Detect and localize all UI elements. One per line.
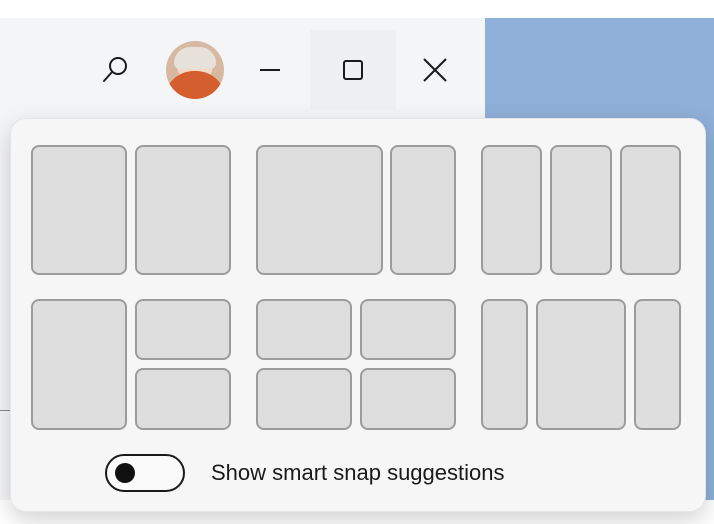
snap-zone[interactable]	[256, 299, 352, 360]
snap-zone[interactable]	[550, 145, 612, 275]
snap-layouts-flyout: Show smart snap suggestions	[10, 118, 706, 512]
snap-zone[interactable]	[360, 299, 456, 360]
close-icon	[423, 58, 447, 82]
snap-zone[interactable]	[31, 299, 127, 430]
search-button[interactable]	[85, 30, 145, 110]
toggle-knob	[115, 463, 135, 483]
snap-layout-four-quadrants	[256, 299, 456, 430]
user-avatar	[166, 41, 224, 99]
smart-snap-toggle-row: Show smart snap suggestions	[105, 453, 505, 493]
snap-zone[interactable]	[135, 368, 231, 430]
snap-zone[interactable]	[481, 145, 542, 275]
minimize-icon	[260, 69, 280, 71]
background-divider	[0, 410, 10, 411]
snap-layout-three-equal-columns	[481, 145, 681, 275]
snap-zone[interactable]	[135, 299, 231, 360]
snap-zone[interactable]	[481, 299, 528, 430]
snap-layout-two-equal-columns	[31, 145, 231, 275]
snap-layout-wide-left-narrow-right	[256, 145, 456, 275]
snap-zone[interactable]	[536, 299, 626, 430]
maximize-icon	[343, 60, 363, 80]
snap-zone[interactable]	[135, 145, 231, 275]
snap-zone[interactable]	[620, 145, 681, 275]
snap-zone[interactable]	[31, 145, 127, 275]
close-button[interactable]	[400, 30, 470, 110]
snap-layout-left-column-two-stacked-right	[31, 299, 231, 430]
snap-zone[interactable]	[634, 299, 681, 430]
maximize-button[interactable]	[310, 30, 396, 110]
account-button[interactable]	[160, 30, 230, 110]
snap-zone[interactable]	[256, 145, 383, 275]
snap-zone[interactable]	[390, 145, 456, 275]
window-titlebar	[10, 20, 485, 110]
snap-layout-narrow-wide-narrow-columns	[481, 299, 681, 430]
search-icon	[103, 57, 127, 82]
snap-zone[interactable]	[360, 368, 456, 430]
minimize-button[interactable]	[245, 30, 295, 110]
smart-snap-toggle-label: Show smart snap suggestions	[211, 460, 505, 485]
snap-zone[interactable]	[256, 368, 352, 430]
smart-snap-toggle[interactable]	[105, 454, 185, 492]
